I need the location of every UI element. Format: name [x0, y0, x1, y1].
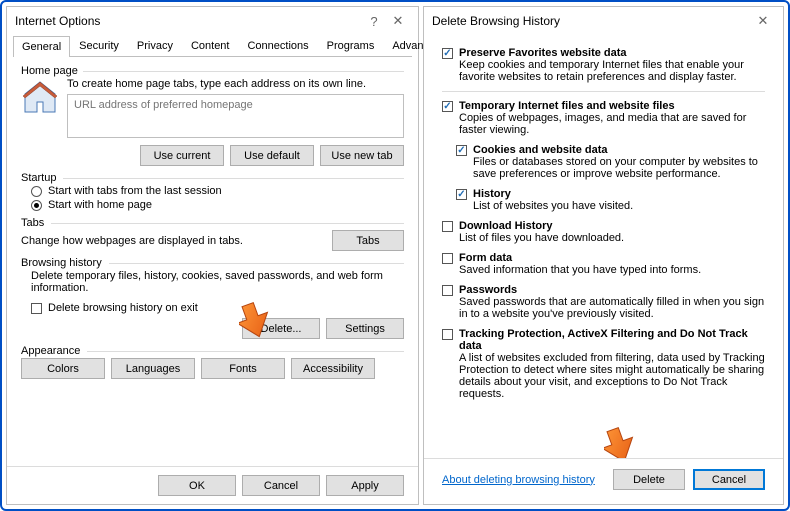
- option-label: History: [473, 188, 765, 200]
- startup-last-session-radio[interactable]: Start with tabs from the last session: [31, 185, 404, 197]
- colors-button[interactable]: Colors: [21, 358, 105, 379]
- checkbox-icon: [456, 189, 467, 200]
- option-label: Download History: [459, 220, 765, 232]
- appearance-group: Appearance Colors Languages Fonts Access…: [21, 345, 404, 379]
- use-new-tab-button[interactable]: Use new tab: [320, 145, 404, 166]
- settings-button[interactable]: Settings: [326, 318, 404, 339]
- homepage-group: Home page To create home page tabs, type…: [21, 65, 404, 166]
- about-link[interactable]: About deleting browsing history: [442, 474, 595, 486]
- tab-programs[interactable]: Programs: [318, 35, 384, 56]
- close-button[interactable]: ✕: [751, 13, 775, 29]
- dialog-footer: About deleting browsing history Delete C…: [424, 458, 783, 504]
- option-desc: Copies of webpages, images, and media th…: [459, 112, 765, 136]
- tab-security[interactable]: Security: [70, 35, 128, 56]
- option-3[interactable]: HistoryList of websites you have visited…: [442, 188, 765, 212]
- accessibility-button[interactable]: Accessibility: [291, 358, 375, 379]
- tabs-group: Tabs Change how webpages are displayed i…: [21, 217, 404, 251]
- checkbox-icon: [442, 329, 453, 340]
- checkbox-icon: [31, 303, 42, 314]
- startup-home-page-radio[interactable]: Start with home page: [31, 199, 404, 211]
- arrow-annotation-icon: [604, 424, 646, 458]
- option-5[interactable]: Form dataSaved information that you have…: [442, 252, 765, 276]
- tabs-button[interactable]: Tabs: [332, 230, 404, 251]
- titlebar: Internet Options ? ✕: [7, 7, 418, 35]
- browsing-history-group: Browsing history Delete temporary files,…: [21, 257, 404, 339]
- history-text: Delete temporary files, history, cookies…: [31, 270, 404, 294]
- checkbox-icon: [442, 221, 453, 232]
- option-7[interactable]: Tracking Protection, ActiveX Filtering a…: [442, 328, 765, 400]
- option-2[interactable]: Cookies and website dataFiles or databas…: [442, 144, 765, 180]
- option-label: Form data: [459, 252, 765, 264]
- option-desc: A list of websites excluded from filteri…: [459, 352, 765, 400]
- dialog-footer: OK Cancel Apply: [7, 466, 418, 504]
- checkbox-label: Delete browsing history on exit: [48, 302, 198, 314]
- homepage-input[interactable]: [67, 94, 404, 138]
- option-label: Preserve Favorites website data: [459, 47, 765, 59]
- tab-connections[interactable]: Connections: [238, 35, 317, 56]
- fonts-button[interactable]: Fonts: [201, 358, 285, 379]
- use-current-button[interactable]: Use current: [140, 145, 224, 166]
- option-label: Tracking Protection, ActiveX Filtering a…: [459, 328, 765, 352]
- languages-button[interactable]: Languages: [111, 358, 195, 379]
- ok-button[interactable]: OK: [158, 475, 236, 496]
- close-button[interactable]: ✕: [386, 13, 410, 29]
- option-4[interactable]: Download HistoryList of files you have d…: [442, 220, 765, 244]
- radio-label: Start with tabs from the last session: [48, 185, 222, 197]
- option-desc: List of websites you have visited.: [473, 200, 765, 212]
- delete-button[interactable]: Delete...: [242, 318, 320, 339]
- delete-browsing-history-dialog: Delete Browsing History ✕ Preserve Favor…: [423, 6, 784, 505]
- delete-button[interactable]: Delete: [613, 469, 685, 490]
- option-desc: Saved passwords that are automatically f…: [459, 296, 765, 320]
- apply-button[interactable]: Apply: [326, 475, 404, 496]
- cancel-button[interactable]: Cancel: [693, 469, 765, 490]
- option-desc: Files or databases stored on your comput…: [473, 156, 765, 180]
- option-desc: List of files you have downloaded.: [459, 232, 765, 244]
- tab-content[interactable]: Content: [182, 35, 239, 56]
- window-title: Delete Browsing History: [432, 14, 751, 28]
- tabs-text: Change how webpages are displayed in tab…: [21, 235, 322, 247]
- dialog-body: Preserve Favorites website dataKeep cook…: [424, 35, 783, 458]
- titlebar: Delete Browsing History ✕: [424, 7, 783, 35]
- use-default-button[interactable]: Use default: [230, 145, 314, 166]
- radio-icon: [31, 186, 42, 197]
- tab-general[interactable]: General: [13, 36, 70, 57]
- tab-privacy[interactable]: Privacy: [128, 35, 182, 56]
- checkbox-icon: [442, 48, 453, 59]
- option-label: Temporary Internet files and website fil…: [459, 100, 765, 112]
- option-desc: Keep cookies and temporary Internet file…: [459, 59, 765, 83]
- help-button[interactable]: ?: [362, 14, 386, 29]
- home-icon: [21, 78, 59, 116]
- homepage-text: To create home page tabs, type each addr…: [67, 78, 404, 90]
- option-6[interactable]: PasswordsSaved passwords that are automa…: [442, 284, 765, 320]
- checkbox-icon: [442, 285, 453, 296]
- checkbox-icon: [456, 145, 467, 156]
- startup-group: Startup Start with tabs from the last se…: [21, 172, 404, 211]
- radio-label: Start with home page: [48, 199, 152, 211]
- option-desc: Saved information that you have typed in…: [459, 264, 765, 276]
- cancel-button[interactable]: Cancel: [242, 475, 320, 496]
- checkbox-icon: [442, 253, 453, 264]
- separator: [442, 91, 765, 92]
- delete-on-exit-checkbox[interactable]: Delete browsing history on exit: [31, 302, 404, 314]
- radio-icon: [31, 200, 42, 211]
- checkbox-icon: [442, 101, 453, 112]
- option-1[interactable]: Temporary Internet files and website fil…: [442, 100, 765, 136]
- window-title: Internet Options: [15, 14, 362, 28]
- option-label: Cookies and website data: [473, 144, 765, 156]
- dialog-body: Home page To create home page tabs, type…: [7, 57, 418, 466]
- tab-strip: General Security Privacy Content Connect…: [13, 35, 412, 57]
- option-0[interactable]: Preserve Favorites website dataKeep cook…: [442, 47, 765, 83]
- internet-options-dialog: Internet Options ? ✕ General Security Pr…: [6, 6, 419, 505]
- option-label: Passwords: [459, 284, 765, 296]
